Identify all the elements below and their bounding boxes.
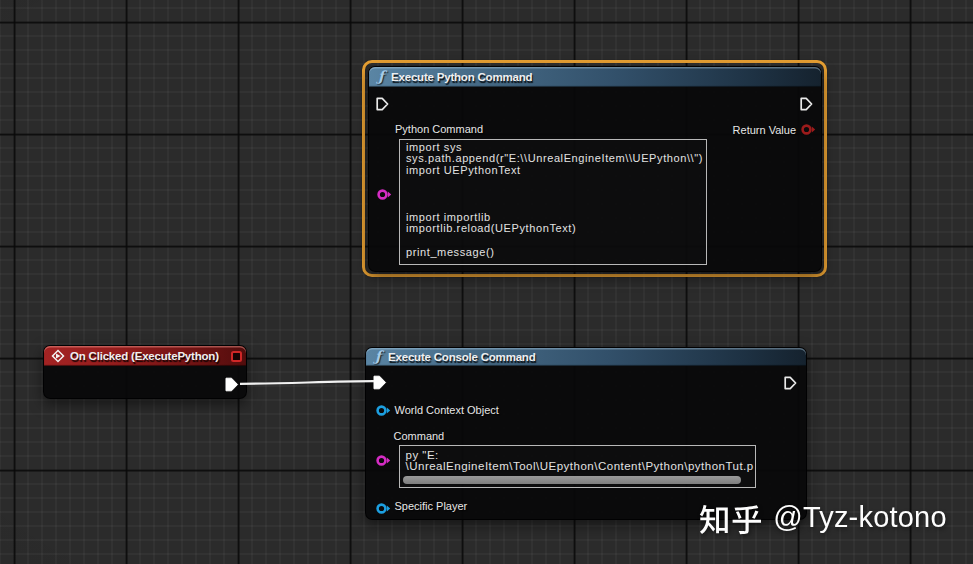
node-title: Execute Console Command bbox=[388, 351, 536, 363]
node-title: On Clicked (ExecutePython) bbox=[70, 350, 219, 362]
exec-out-pin[interactable] bbox=[225, 377, 239, 392]
specific-player-label: Specific Player bbox=[395, 500, 468, 512]
watermark: @Tyz-kotono bbox=[698, 500, 947, 540]
specific-player-pin[interactable] bbox=[376, 503, 391, 514]
world-context-object-label: World Context Object bbox=[395, 404, 499, 416]
python-command-input[interactable]: import syssys.path.append(r"E:\\UnrealEn… bbox=[399, 139, 707, 265]
exec-in-pin[interactable] bbox=[373, 375, 387, 390]
event-icon bbox=[51, 349, 65, 363]
delegate-pin[interactable] bbox=[231, 351, 242, 362]
watermark-handle: @Tyz-kotono bbox=[765, 503, 947, 532]
command-label: Command bbox=[394, 430, 445, 442]
exec-wire[interactable] bbox=[240, 381, 374, 384]
function-icon: ƒ bbox=[375, 349, 381, 363]
node-title: Execute Python Command bbox=[391, 71, 532, 83]
command-pin[interactable] bbox=[376, 455, 391, 466]
blueprint-graph-canvas[interactable]: ƒ Execute Python Command Return Value Py… bbox=[0, 0, 973, 564]
exec-out-pin[interactable] bbox=[800, 97, 813, 111]
node-header[interactable]: ƒ Execute Console Command bbox=[366, 348, 806, 366]
function-icon: ƒ bbox=[378, 69, 384, 83]
watermark-cjk-graphic bbox=[698, 500, 765, 540]
return-value-label: Return Value bbox=[733, 124, 796, 136]
return-value-pin[interactable] bbox=[801, 124, 816, 135]
command-input-scrollbar[interactable] bbox=[403, 476, 741, 484]
node-execute-python-command[interactable]: ƒ Execute Python Command Return Value Py… bbox=[368, 66, 822, 272]
exec-out-pin[interactable] bbox=[784, 376, 797, 390]
node-on-clicked[interactable]: On Clicked (ExecutePython) bbox=[43, 345, 247, 399]
world-context-object-pin[interactable] bbox=[376, 405, 391, 416]
python-command-label: Python Command bbox=[395, 123, 483, 135]
node-execute-console-command[interactable]: ƒ Execute Console Command World Context … bbox=[365, 347, 807, 521]
node-header[interactable]: ƒ Execute Python Command bbox=[369, 67, 821, 87]
node-header[interactable]: On Clicked (ExecutePython) bbox=[44, 346, 246, 366]
python-command-pin[interactable] bbox=[377, 189, 392, 200]
exec-in-pin[interactable] bbox=[376, 97, 389, 111]
